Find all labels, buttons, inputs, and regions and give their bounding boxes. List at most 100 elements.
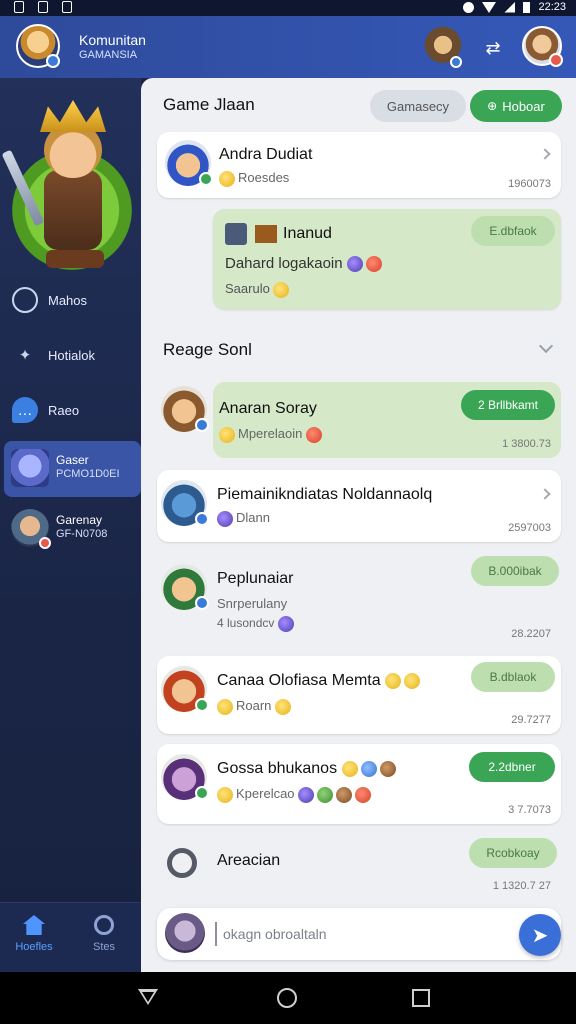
card-name: Gossa bhukanos (217, 760, 338, 777)
sidebar: Mahos ✦ Hotialok … Raeo Gaser PCMO1D0EI … (0, 78, 141, 972)
card-action-button[interactable]: E.dbfaok (471, 216, 555, 246)
sidebar-item-label: Hotialok (48, 347, 95, 363)
new-pill[interactable]: ⊕ Hoboar (470, 90, 562, 122)
user-avatar (161, 666, 209, 712)
feed-card[interactable]: Piemainikndiatas Noldannaolq Dlann 25970… (157, 470, 561, 542)
sidebar-chat-garenay[interactable]: Garenay GF-N0708 (4, 501, 141, 557)
sidebar-item-mahos[interactable]: Mahos (0, 278, 141, 322)
gamepad-icon: ✦ (18, 347, 32, 364)
wifi-icon (482, 1, 497, 13)
card-meta: 2597003 (508, 522, 551, 534)
verified-icon (195, 512, 209, 526)
card-action-button[interactable]: 2 Brllbkamt (461, 390, 555, 420)
notification-icons (14, 1, 72, 13)
card-sub: Snrperulany (217, 596, 288, 611)
card-meta: 1 1320.7 27 (492, 880, 551, 892)
card-sub2: 4 lusondcv (217, 616, 275, 631)
community-avatar[interactable] (16, 24, 60, 68)
emoji-icon (317, 786, 334, 803)
bottom-nav-home[interactable]: Hoefles (4, 915, 64, 953)
home-circle-icon[interactable] (277, 988, 297, 1008)
main-feed: Game Jlaan Gamasecy ⊕ Hoboar Andra Dudia… (141, 78, 576, 972)
chat-avatar (11, 449, 49, 487)
sidebar-chat-gaser[interactable]: Gaser PCMO1D0EI (4, 441, 141, 497)
emoji-icon (305, 426, 322, 443)
message-card[interactable]: Inanud E.dbfaok Dahard logakaoin Saarulo (213, 209, 561, 309)
gear-icon (12, 287, 38, 313)
feed-card[interactable]: Canaa Olofiasa Memta Roarn B.dblaok 29.7… (157, 656, 561, 734)
card-action-button[interactable]: B.dblaok (471, 662, 555, 692)
chevron-down-icon[interactable] (538, 338, 554, 354)
emoji-icon (336, 786, 353, 803)
emoji-icon (346, 256, 363, 273)
feed-card[interactable]: Anaran Soray Mperelaoin 2 Brllbkamt 1 38… (157, 378, 561, 462)
profile-avatar[interactable] (522, 26, 563, 67)
feed-card[interactable]: Andra Dudiat Roesdes 1960073 (157, 132, 561, 198)
chat-avatar (11, 509, 51, 549)
send-button[interactable]: ➤ (519, 914, 561, 956)
plus-icon: ⊕ (487, 99, 498, 113)
system-icons: 22:23 (463, 1, 566, 13)
new-pill-label: Hoboar (502, 98, 545, 114)
emoji-icon (355, 786, 372, 803)
status-bar: 22:23 (0, 0, 576, 16)
card-action-button[interactable]: Rcobkoay (469, 838, 557, 868)
sidebar-item-raeo[interactable]: … Raeo (0, 388, 141, 432)
notification-badge-icon (549, 53, 563, 67)
text-caret (215, 922, 217, 946)
download-icon (38, 1, 48, 13)
emoji-icon (275, 698, 292, 715)
app-header: Komunitan GAMANSIA ⇄ (0, 16, 576, 78)
avatar-thumb (225, 223, 247, 245)
card-sub: Kperelcao (236, 786, 295, 801)
vpn-icon (463, 1, 475, 13)
emoji-icon (298, 786, 315, 803)
message-composer (157, 908, 561, 960)
recents-icon[interactable] (412, 989, 430, 1007)
card-sub: Roesdes (238, 170, 290, 185)
emoji-icon (365, 256, 382, 273)
card-name: Anaran Soray (219, 400, 317, 417)
verified-icon (195, 418, 209, 432)
card-name: Piemainikndiatas Noldannaolq (217, 486, 433, 503)
bottom-nav-label: Stes (92, 941, 115, 953)
card-sub: Dlann (236, 510, 270, 525)
feed-card[interactable]: Areacian Rcobkoay 1 1320.7 27 (157, 830, 561, 902)
crown-icon (40, 100, 106, 132)
hero-character-illustration (1, 100, 134, 290)
back-icon[interactable] (138, 989, 158, 1005)
emoji-icon (404, 672, 421, 689)
feed-card[interactable]: Gossa bhukanos Kperelcao 2.2dbner 3 7.70… (157, 744, 561, 824)
user-avatar (161, 386, 209, 432)
sidebar-item-label: Mahos (48, 292, 88, 308)
feed-card[interactable]: Peplunaiar Snrperulany 4 lusondcv B.000i… (157, 550, 561, 650)
character-avatar-button[interactable] (424, 26, 462, 68)
user-avatar (161, 754, 209, 800)
message-input[interactable] (223, 920, 503, 948)
home-icon (23, 915, 45, 935)
badge-icon (450, 56, 462, 68)
system-nav-bar (0, 972, 576, 1024)
send-icon: ➤ (531, 924, 549, 947)
card-action-button[interactable]: 2.2dbner (469, 752, 555, 782)
card-action-button[interactable]: B.000ibak (471, 556, 559, 586)
card-sub: Saarulo (225, 281, 270, 296)
card-name: Inanud (283, 225, 332, 242)
card-name: Andra Dudiat (219, 146, 313, 163)
sidebar-item-hotialok[interactable]: ✦ Hotialok (0, 333, 141, 377)
online-indicator-icon (195, 786, 209, 800)
message-bubble: Anaran Soray Mperelaoin 2 Brllbkamt 1 38… (213, 382, 561, 458)
hero-boots (46, 250, 104, 268)
emoji-icon (277, 616, 294, 632)
user-avatar (161, 480, 209, 526)
gear-icon (94, 915, 114, 935)
filter-pill[interactable]: Gamasecy (370, 90, 466, 122)
signal-icon (504, 1, 516, 13)
card-meta: 1 3800.73 (502, 438, 551, 450)
share-link-icon[interactable]: ⇄ (482, 38, 504, 58)
emoji-icon (217, 698, 233, 715)
chat-bubble-icon: … (12, 397, 38, 423)
bottom-nav-settings[interactable]: Stes (74, 915, 134, 953)
header-title: Komunitan (79, 32, 146, 48)
chat-sub: GF-N0708 (56, 528, 108, 540)
